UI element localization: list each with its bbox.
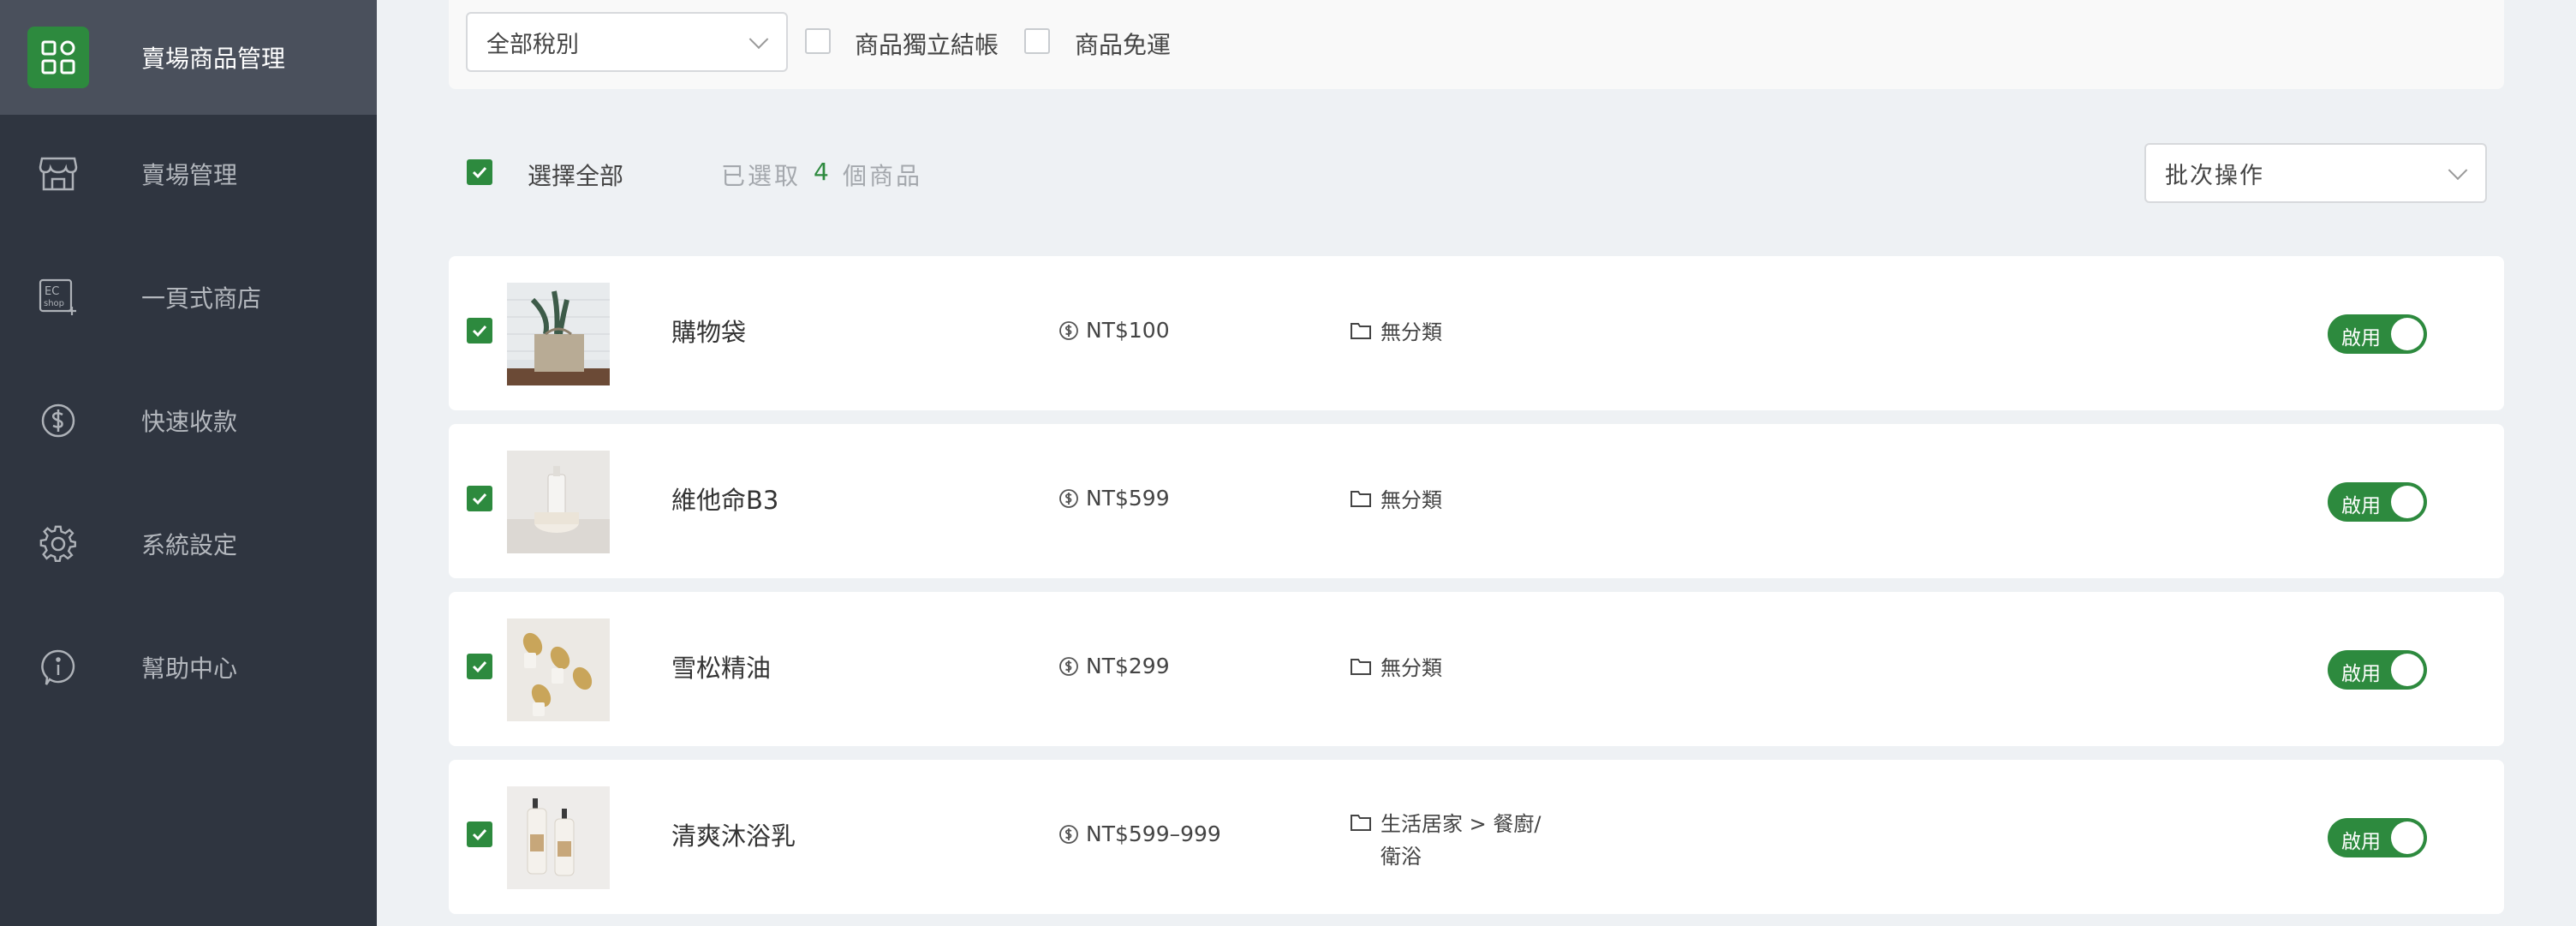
sidebar-item-one-page-shop[interactable]: EC shop 一頁式商店 (0, 240, 377, 355)
sidebar-item-help-center[interactable]: 幫助中心 (0, 610, 377, 725)
product-status-toggle[interactable]: 啟用 (2328, 650, 2427, 690)
independent-checkout-label: 商品獨立結帳 (855, 31, 999, 59)
product-thumbnail (507, 283, 610, 385)
ec-shop-icon: EC shop (34, 273, 82, 321)
sidebar-item-label: 賣場管理 (141, 161, 238, 189)
product-row[interactable]: 雪松精油 NT$299 無分類 啟用 (449, 592, 2504, 746)
product-category: 生活居家 > 餐廚/衛浴 (1350, 808, 1547, 873)
independent-checkout-checkbox[interactable] (805, 28, 831, 54)
sidebar-item-label: 系統設定 (141, 531, 238, 559)
product-price-value: NT$599 (1086, 486, 1170, 511)
apps-icon (27, 27, 89, 88)
selected-suffix: 個商品 (843, 162, 923, 190)
product-thumbnail (507, 451, 610, 553)
product-checkbox[interactable] (467, 821, 492, 847)
sidebar: 賣場商品管理 賣場管理 EC shop 一頁式商店 快速收款 系統設定 幫助中心 (0, 0, 377, 926)
folder-icon (1351, 323, 1371, 339)
product-name: 清爽沐浴乳 (671, 821, 796, 851)
product-category: 無分類 (1350, 484, 1442, 517)
svg-text:EC: EC (45, 285, 59, 298)
toggle-label: 啟用 (2341, 327, 2381, 349)
tax-type-select-value: 全部稅別 (486, 31, 579, 58)
product-row[interactable]: 購物袋 NT$100 無分類 啟用 (449, 256, 2504, 410)
selected-prefix: 已選取 (721, 162, 802, 190)
product-thumbnail (507, 786, 610, 889)
product-category-value: 無分類 (1380, 656, 1442, 680)
product-status-toggle[interactable]: 啟用 (2328, 818, 2427, 857)
product-category-value: 無分類 (1380, 488, 1442, 512)
product-category-value: 生活居家 > 餐廚/衛浴 (1380, 812, 1541, 869)
product-category: 無分類 (1350, 652, 1442, 684)
product-checkbox[interactable] (467, 318, 492, 344)
sidebar-item-store-management[interactable]: 賣場管理 (0, 116, 377, 231)
batch-action-select-value: 批次操作 (2165, 162, 2264, 189)
product-price-value: NT$299 (1086, 654, 1170, 678)
check-icon (472, 166, 487, 179)
store-icon (34, 150, 82, 198)
product-price: NT$599 (1058, 486, 1170, 511)
product-price-value: NT$599–999 (1086, 821, 1221, 846)
folder-icon (1351, 659, 1371, 675)
product-row[interactable]: 維他命B3 NT$599 無分類 啟用 (449, 424, 2504, 578)
select-all-checkbox[interactable] (467, 159, 492, 185)
check-icon (472, 325, 487, 338)
free-shipping-label: 商品免運 (1075, 31, 1172, 59)
info-circle-icon (34, 643, 82, 691)
dollar-circle-icon (34, 397, 82, 445)
toggle-knob (2391, 654, 2424, 686)
toggle-knob (2391, 486, 2424, 518)
tax-type-select[interactable]: 全部稅別 (466, 12, 788, 72)
sidebar-item-label: 一頁式商店 (141, 284, 262, 313)
chevron-down-icon (2448, 160, 2468, 181)
folder-icon (1351, 491, 1371, 507)
toggle-knob (2391, 821, 2424, 854)
gear-icon (34, 520, 82, 568)
product-name: 雪松精油 (671, 654, 772, 683)
chevron-down-icon (748, 29, 769, 50)
sidebar-item-quick-payment[interactable]: 快速收款 (0, 363, 377, 478)
sidebar-item-system-settings[interactable]: 系統設定 (0, 487, 377, 601)
product-price: NT$100 (1058, 318, 1170, 343)
toggle-label: 啟用 (2341, 831, 2381, 853)
product-category-value: 無分類 (1380, 320, 1442, 344)
product-status-toggle[interactable]: 啟用 (2328, 314, 2427, 354)
sidebar-item-label: 幫助中心 (141, 654, 238, 683)
check-icon (472, 493, 487, 505)
folder-icon (1351, 815, 1371, 831)
product-name: 購物袋 (671, 318, 747, 347)
svg-text:shop: shop (44, 299, 64, 308)
sidebar-item-product-management[interactable]: 賣場商品管理 (0, 0, 377, 115)
dollar-circle-icon (1059, 320, 1078, 340)
product-price: NT$599–999 (1058, 821, 1221, 846)
product-checkbox[interactable] (467, 654, 492, 679)
product-thumbnail (507, 618, 610, 721)
product-price-value: NT$100 (1086, 318, 1170, 343)
sidebar-item-label: 賣場商品管理 (141, 45, 286, 73)
toggle-knob (2391, 318, 2424, 350)
selected-count: 4 (814, 158, 829, 186)
select-all-label: 選擇全部 (528, 162, 624, 190)
toggle-label: 啟用 (2341, 495, 2381, 517)
dollar-circle-icon (1059, 824, 1078, 844)
toggle-label: 啟用 (2341, 663, 2381, 685)
dollar-circle-icon (1059, 656, 1078, 676)
product-row[interactable]: 清爽沐浴乳 NT$599–999 生活居家 > 餐廚/衛浴 啟用 (449, 760, 2504, 914)
product-status-toggle[interactable]: 啟用 (2328, 482, 2427, 522)
check-icon (472, 828, 487, 841)
check-icon (472, 660, 487, 673)
free-shipping-checkbox[interactable] (1024, 28, 1050, 54)
dollar-circle-icon (1059, 488, 1078, 508)
product-category: 無分類 (1350, 316, 1442, 349)
product-checkbox[interactable] (467, 486, 492, 511)
sidebar-item-label: 快速收款 (141, 408, 238, 436)
filter-bar: 全部稅別 商品獨立結帳 商品免運 (449, 0, 2504, 89)
product-name: 維他命B3 (671, 486, 779, 515)
batch-action-select[interactable]: 批次操作 (2144, 143, 2487, 203)
product-price: NT$299 (1058, 654, 1170, 678)
